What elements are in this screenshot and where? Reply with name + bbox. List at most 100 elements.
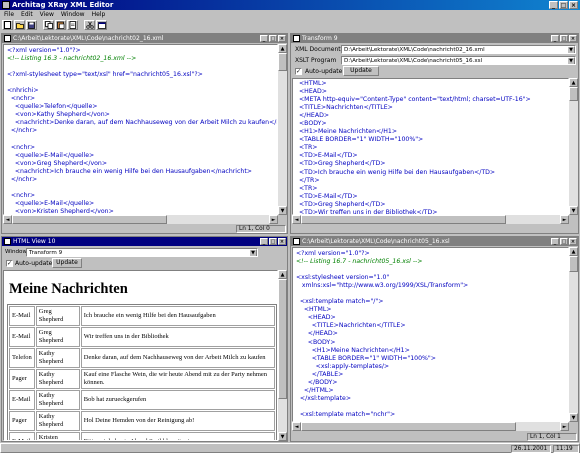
status-time: 11:19 xyxy=(553,445,579,453)
menu-window[interactable]: Window xyxy=(61,11,85,18)
scroll-up-icon[interactable]: ▲ xyxy=(278,44,287,53)
window-icon[interactable] xyxy=(96,20,107,30)
menu-view[interactable]: View xyxy=(40,11,54,18)
sender-cell: Kathy Shepherd xyxy=(35,390,80,410)
minimize-icon[interactable]: _ xyxy=(551,238,559,245)
autoupdate-checkbox[interactable]: ✓ xyxy=(295,68,302,75)
xml-document-select[interactable]: D:\Arbeit\Lektorate\XML\Code\nachricht02… xyxy=(341,45,576,54)
update-button[interactable]: Update xyxy=(343,66,379,76)
scroll-right-icon[interactable]: ► xyxy=(560,215,569,224)
scroll-thumb[interactable] xyxy=(569,256,578,272)
window-select[interactable]: Transform 9 ▼ xyxy=(26,248,258,257)
source-cell: E-Mail xyxy=(9,327,35,347)
minimize-icon[interactable]: _ xyxy=(551,35,559,42)
transform-window: Transform 9 _ □ × XML Document D:\Arbeit… xyxy=(290,33,579,234)
document-icon xyxy=(4,238,11,245)
scroll-down-icon[interactable]: ▼ xyxy=(278,206,287,215)
chevron-down-icon[interactable]: ▼ xyxy=(249,249,257,256)
code-line: <TD>E-Mail</TD> xyxy=(299,192,358,200)
chevron-down-icon[interactable]: ▼ xyxy=(567,46,575,53)
cut-icon[interactable] xyxy=(84,20,95,30)
code-line: <H1>Meine Nachrichten</H1> xyxy=(299,128,398,136)
update-button[interactable]: Update xyxy=(52,258,82,268)
scroll-thumb[interactable] xyxy=(301,215,506,224)
scroll-right-icon[interactable]: ► xyxy=(560,422,569,431)
transform-output-editor[interactable]: <HTML> <HEAD> <META http-equiv="Content-Ty… xyxy=(292,78,569,215)
xsl-horizontal-scrollbar[interactable]: ◄ ► xyxy=(292,422,569,431)
scroll-thumb[interactable] xyxy=(301,422,516,431)
xslt-program-label: XSLT Program xyxy=(295,57,337,64)
scroll-down-icon[interactable]: ▼ xyxy=(278,432,287,441)
scroll-down-icon[interactable]: ▼ xyxy=(569,413,578,422)
scroll-down-icon[interactable]: ▼ xyxy=(569,206,578,215)
message-cell: Bitte spiele heute Abend Scribble mit mi… xyxy=(80,432,275,440)
maximize-icon[interactable]: □ xyxy=(560,35,568,42)
scroll-left-icon[interactable]: ◄ xyxy=(292,215,301,224)
message-cell: Wir treffen uns in der Bibliothek xyxy=(80,327,275,347)
autoupdate-checkbox[interactable]: ✓ xyxy=(6,260,13,267)
scroll-thumb[interactable] xyxy=(278,279,287,399)
xml-vertical-scrollbar[interactable]: ▲ ▼ xyxy=(278,44,287,215)
scroll-thumb[interactable] xyxy=(278,53,287,71)
transform-horizontal-scrollbar[interactable]: ◄ ► xyxy=(292,215,569,224)
code-line: </nchr> xyxy=(7,175,38,183)
minimize-icon[interactable]: _ xyxy=(260,35,268,42)
code-line: <H1>Meine Nachrichten</H1> xyxy=(296,346,410,354)
xslt-program-select[interactable]: D:\Arbeit\Lektorate\XML\Code\nachricht05… xyxy=(341,56,576,65)
code-line: <?xml version="1.0"?> xyxy=(7,47,81,54)
close-icon[interactable]: × xyxy=(278,35,286,42)
document-icon xyxy=(293,35,300,42)
xsl-vertical-scrollbar[interactable]: ▲ ▼ xyxy=(569,247,578,422)
close-icon[interactable]: × xyxy=(569,1,578,9)
code-line: <TD>Greg Shepherd</TD> xyxy=(299,200,386,208)
save-icon[interactable] xyxy=(26,20,37,30)
minimize-icon[interactable]: _ xyxy=(260,238,268,245)
paste-icon[interactable] xyxy=(55,20,66,30)
maximize-icon[interactable]: □ xyxy=(269,238,277,245)
menu-help[interactable]: Help xyxy=(92,11,106,18)
maximize-icon[interactable]: □ xyxy=(560,238,568,245)
scroll-left-icon[interactable]: ◄ xyxy=(3,215,12,224)
table-row: Pager Kathy Shepherd Hol Deine Hemden von … xyxy=(9,411,275,431)
code-line: <HEAD> xyxy=(299,88,327,96)
new-file-icon[interactable] xyxy=(2,20,13,30)
menu-edit[interactable]: Edit xyxy=(21,11,33,18)
menu-file[interactable]: File xyxy=(4,11,14,18)
scroll-thumb[interactable] xyxy=(12,215,167,224)
code-line: </xsl:template> xyxy=(296,394,352,402)
scroll-up-icon[interactable]: ▲ xyxy=(569,78,578,87)
xsl-code-editor[interactable]: <?xml version="1.0"?> <!-- Listing 16.7 -… xyxy=(292,247,569,422)
close-icon[interactable]: × xyxy=(278,238,286,245)
autoupdate-label: Auto-update xyxy=(15,260,53,267)
sender-cell: Kathy Shepherd xyxy=(35,348,80,368)
maximize-icon[interactable]: □ xyxy=(559,1,568,9)
scroll-left-icon[interactable]: ◄ xyxy=(292,422,301,431)
status-bar: 26.11.2001 11:19 xyxy=(0,443,580,453)
code-line: <quelle>Telefon</quelle> xyxy=(7,103,98,111)
minimize-icon[interactable]: _ xyxy=(549,1,558,9)
code-line: <BODY> xyxy=(296,338,336,346)
scroll-right-icon[interactable]: ► xyxy=(269,215,278,224)
code-line: </HTML> xyxy=(296,386,334,394)
scroll-up-icon[interactable]: ▲ xyxy=(569,247,578,256)
xml-code-editor[interactable]: <?xml version="1.0"?> <!-- Listing 16.3 -… xyxy=(3,44,278,215)
xsl-editor-title: C:\Arbeit\Lektorate\XML\Code\nachricht05… xyxy=(302,238,450,245)
transform-vertical-scrollbar[interactable]: ▲ ▼ xyxy=(569,78,578,215)
chevron-down-icon[interactable]: ▼ xyxy=(567,57,575,64)
xsl-editor-window: C:\Arbeit\Lektorate\XML\Code\nachricht05… xyxy=(290,236,579,442)
scroll-thumb[interactable] xyxy=(569,87,578,101)
xml-horizontal-scrollbar[interactable]: ◄ ► xyxy=(3,215,278,224)
code-line: <quelle>E-Mail</quelle> xyxy=(7,151,95,159)
copy-icon[interactable] xyxy=(43,20,54,30)
close-icon[interactable]: × xyxy=(569,35,577,42)
maximize-icon[interactable]: □ xyxy=(269,35,277,42)
scroll-up-icon[interactable]: ▲ xyxy=(278,270,287,279)
code-line: </BODY> xyxy=(296,378,338,386)
close-icon[interactable]: × xyxy=(569,238,577,245)
html-view-vertical-scrollbar[interactable]: ▲ ▼ xyxy=(278,270,287,441)
app-titlebar: Architag XRay XML Editor _ □ × xyxy=(0,0,580,10)
open-folder-icon[interactable] xyxy=(14,20,25,30)
open-document-icon[interactable] xyxy=(67,20,78,30)
